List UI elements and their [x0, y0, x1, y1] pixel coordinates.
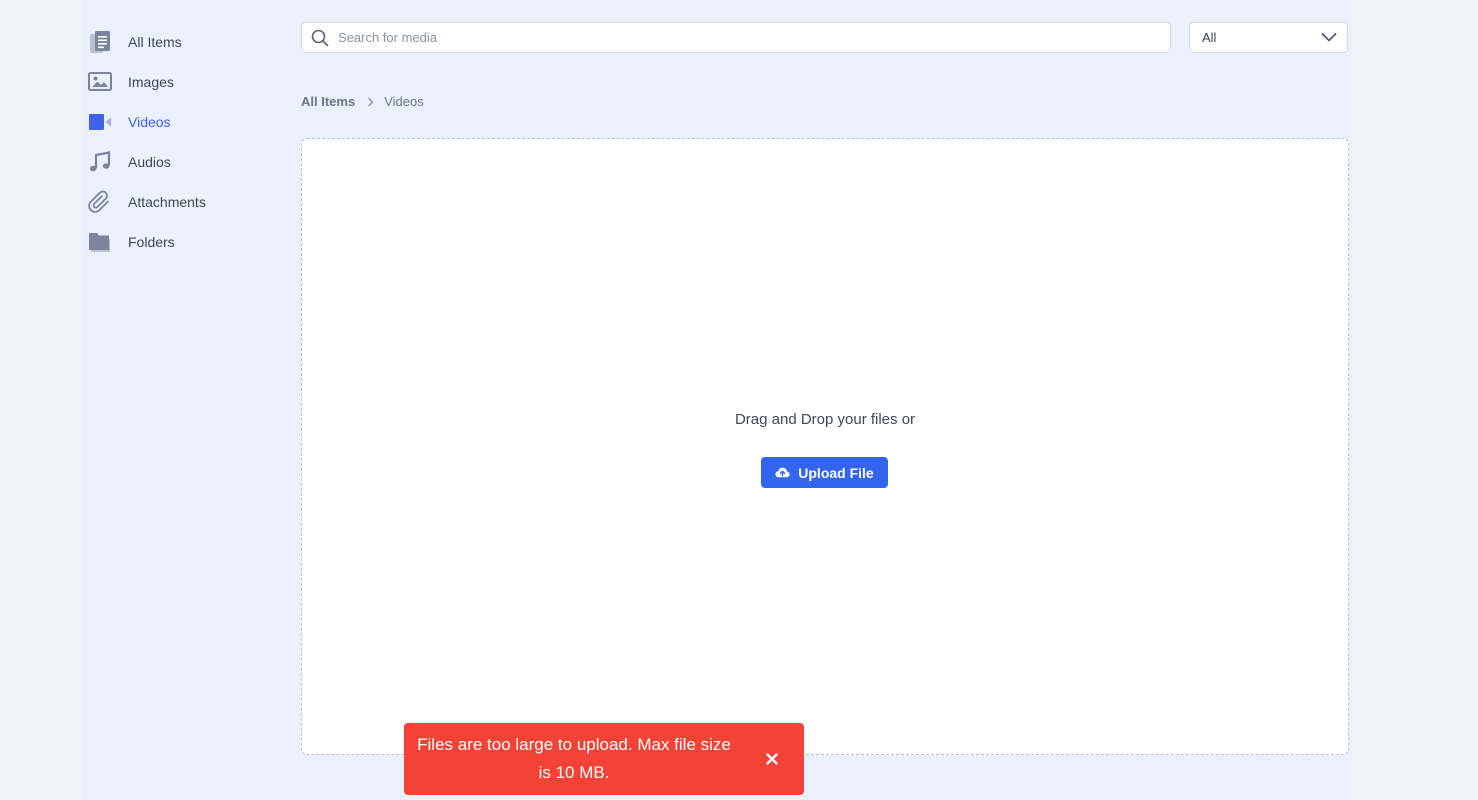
sidebar-item-all-items[interactable]: All Items	[88, 22, 278, 62]
chevron-down-icon	[1321, 29, 1337, 47]
select-value: All	[1202, 30, 1217, 45]
toast-message-line: Files are too large to upload. Max file …	[417, 735, 731, 754]
sidebar-item-videos[interactable]: Videos	[88, 102, 278, 142]
toast-message: Files are too large to upload. Max file …	[404, 731, 744, 787]
sidebar-item-label: Folders	[128, 234, 175, 250]
file-drop-zone[interactable]: Drag and Drop your files or Upload File	[301, 138, 1349, 755]
sidebar-item-attachments[interactable]: Attachments	[88, 182, 278, 222]
music-note-icon	[88, 150, 112, 174]
image-icon	[88, 70, 112, 94]
media-type-select[interactable]: All	[1189, 22, 1348, 53]
toast-message-line: is 10 MB.	[538, 763, 610, 782]
video-camera-icon	[88, 110, 112, 134]
sidebar-item-audios[interactable]: Audios	[88, 142, 278, 182]
search-input[interactable]	[338, 30, 1138, 45]
sidebar-item-label: Images	[128, 74, 174, 90]
sidebar-item-label: Attachments	[128, 194, 206, 210]
upload-file-label: Upload File	[798, 464, 874, 481]
search-box	[301, 22, 1171, 53]
breadcrumb-root-link[interactable]: All Items	[301, 94, 355, 109]
folder-icon	[88, 230, 112, 254]
breadcrumb: All Items Videos	[301, 94, 424, 109]
documents-icon	[88, 30, 112, 54]
cloud-upload-icon	[775, 465, 790, 480]
search-icon	[311, 29, 329, 47]
sidebar-item-label: Audios	[128, 154, 171, 170]
sidebar-item-folders[interactable]: Folders	[88, 222, 278, 262]
upload-file-button[interactable]: Upload File	[761, 457, 888, 488]
sidebar-item-label: Videos	[128, 114, 171, 130]
media-library-page: All Items Images Videos Audios Attachmen…	[0, 0, 1478, 800]
paperclip-icon	[88, 190, 112, 214]
error-toast: Files are too large to upload. Max file …	[404, 723, 804, 795]
drop-prompt: Drag and Drop your files or	[734, 411, 916, 428]
close-icon[interactable]	[762, 749, 782, 769]
breadcrumb-current: Videos	[384, 94, 424, 109]
sidebar-item-images[interactable]: Images	[88, 62, 278, 102]
chevron-right-icon	[367, 97, 374, 107]
sidebar: All Items Images Videos Audios Attachmen…	[88, 22, 278, 262]
sidebar-item-label: All Items	[128, 34, 182, 50]
